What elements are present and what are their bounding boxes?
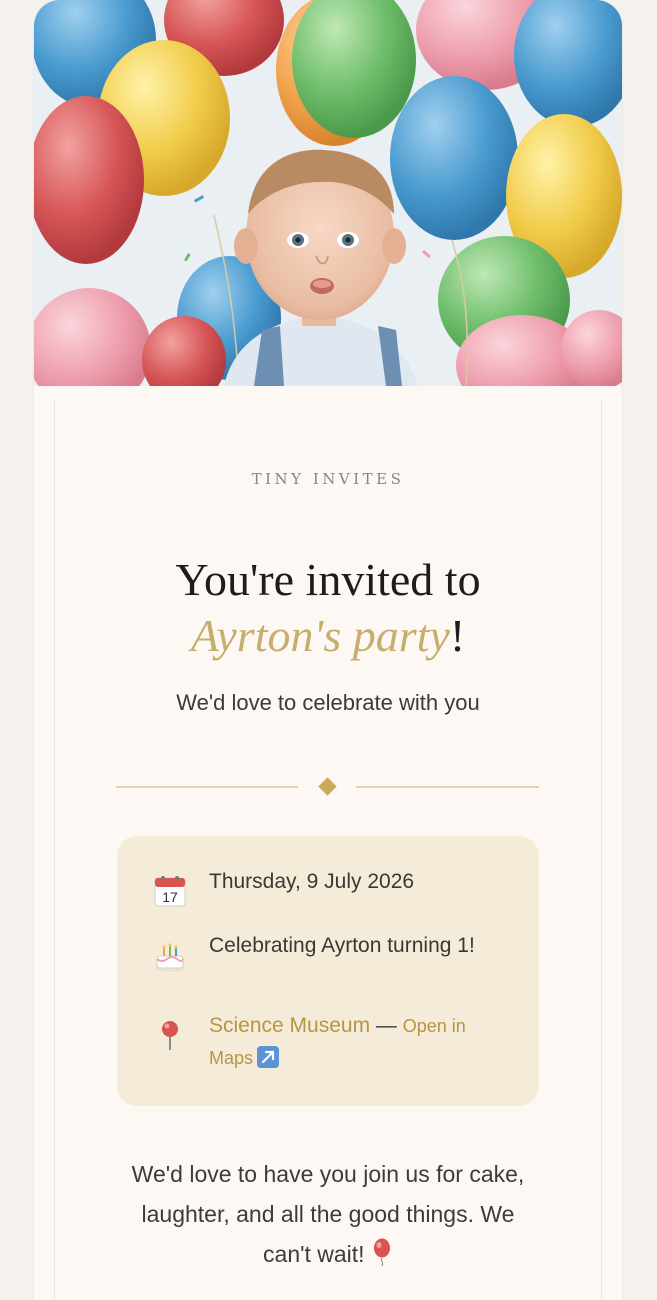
child-party-name: Ayrton's party [190, 610, 450, 661]
headline-line2: Ayrton's party! [34, 608, 622, 664]
subtitle: We'd love to celebrate with you [176, 690, 480, 715]
calendar-day-number: 17 [162, 889, 178, 905]
event-location: Science Museum — Open in Maps [209, 1010, 519, 1074]
divider-left [116, 786, 298, 788]
location-link[interactable]: Science Museum [209, 1014, 370, 1037]
invitation-headline: You're invited to Ayrton's party! [34, 552, 622, 664]
headline-exclamation: ! [449, 610, 466, 661]
birthday-cake-icon [155, 943, 185, 972]
invitation-card: TINY INVITES You're invited to Ayrton's … [34, 0, 622, 1300]
open-in-label: Open in [402, 1016, 466, 1036]
hero-photo [34, 0, 622, 386]
message-text: We'd love to have you join us for cake, … [131, 1161, 525, 1267]
location-separator: — [375, 1014, 397, 1037]
event-date: Thursday, 9 July 2026 [209, 870, 415, 893]
balloon-icon [373, 1238, 390, 1266]
divider-right [356, 786, 539, 788]
round-pushpin-icon [162, 1021, 178, 1050]
headline-line1: You're invited to [175, 554, 481, 605]
maps-label: Maps [209, 1048, 254, 1068]
calendar-icon: 17 [154, 876, 186, 907]
invitation-message: We'd love to have you join us for cake, … [128, 1154, 528, 1274]
external-link-arrow-icon [257, 1046, 280, 1068]
balloons-baby-illustration [34, 0, 622, 386]
event-occasion: Celebrating Ayrton turning 1! [209, 934, 475, 957]
brand-label: TINY INVITES [251, 470, 405, 488]
event-details-box: 17 Thursday, 9 July 2026 Celebrating Ayr… [117, 836, 539, 1106]
